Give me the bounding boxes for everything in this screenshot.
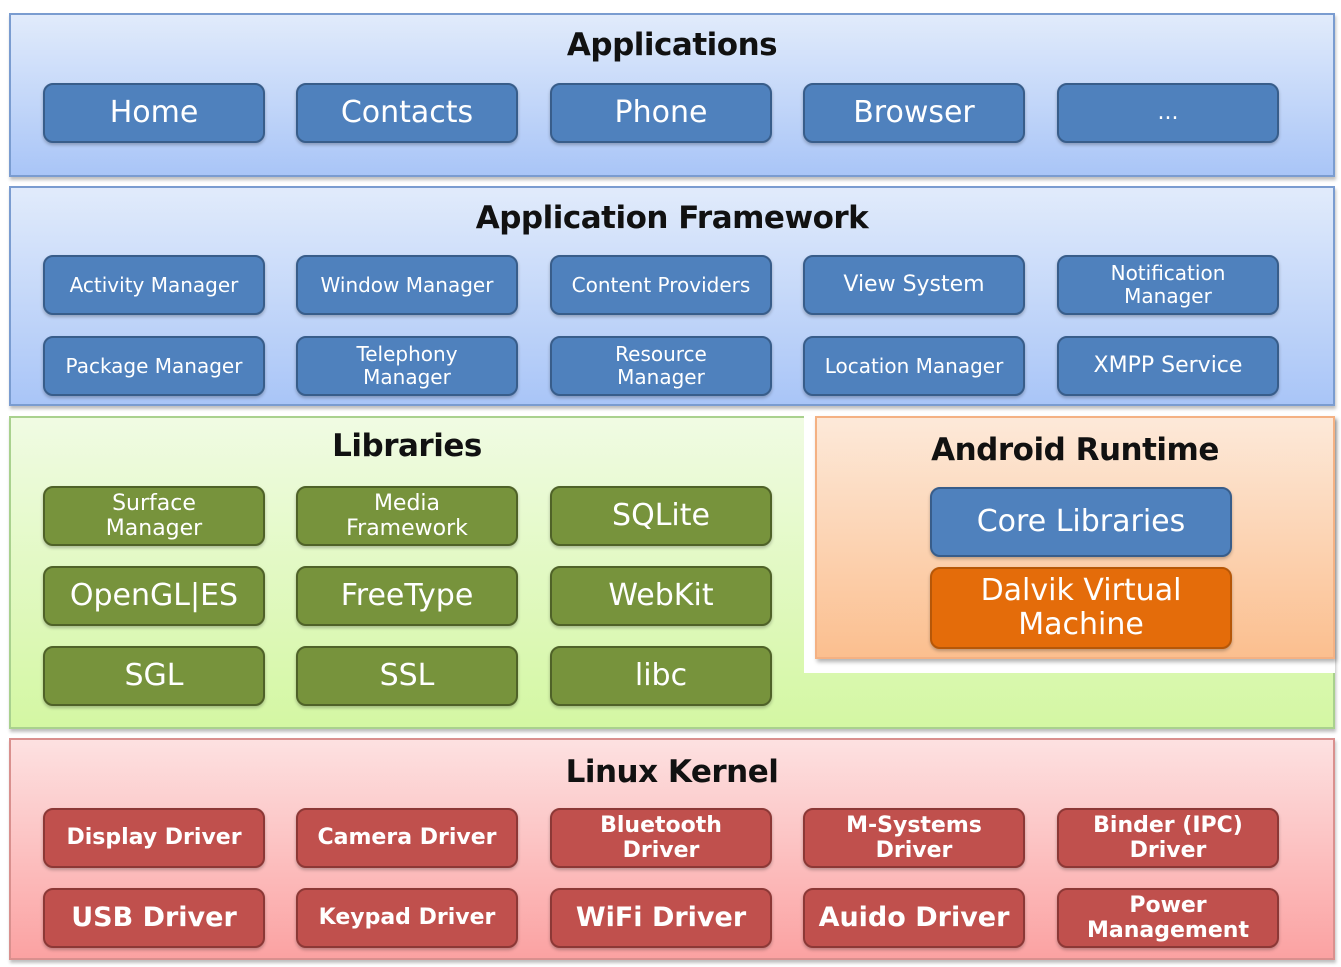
app-home: Home xyxy=(43,83,265,143)
kernel-msystems-driver: M-Systems Driver xyxy=(803,808,1025,868)
lib-media-framework: Media Framework xyxy=(296,486,518,546)
lib-ssl: SSL xyxy=(296,646,518,706)
app-more: ... xyxy=(1057,83,1279,143)
lib-libc: libc xyxy=(550,646,772,706)
lib-webkit: WebKit xyxy=(550,566,772,626)
libraries-title: Libraries xyxy=(332,428,482,464)
fw-content-providers: Content Providers xyxy=(550,255,772,315)
lib-sgl: SGL xyxy=(43,646,265,706)
kernel-keypad-driver: Keypad Driver xyxy=(296,888,518,948)
runtime-dalvik-vm: Dalvik Virtual Machine xyxy=(930,567,1232,649)
kernel-power-management: Power Management xyxy=(1057,888,1279,948)
fw-view-system: View System xyxy=(803,255,1025,315)
lib-opengl-es: OpenGL|ES xyxy=(43,566,265,626)
kernel-camera-driver: Camera Driver xyxy=(296,808,518,868)
kernel-audio-driver: Auido Driver xyxy=(803,888,1025,948)
fw-notification-manager: Notification Manager xyxy=(1057,255,1279,315)
runtime-core-libraries: Core Libraries xyxy=(930,487,1232,557)
kernel-usb-driver: USB Driver xyxy=(43,888,265,948)
framework-title: Application Framework xyxy=(475,200,869,236)
applications-title: Applications xyxy=(566,27,778,63)
fw-window-manager: Window Manager xyxy=(296,255,518,315)
kernel-wifi-driver: WiFi Driver xyxy=(550,888,772,948)
app-phone: Phone xyxy=(550,83,772,143)
lib-surface-manager: Surface Manager xyxy=(43,486,265,546)
fw-location-manager: Location Manager xyxy=(803,336,1025,396)
fw-resource-manager: Resource Manager xyxy=(550,336,772,396)
kernel-display-driver: Display Driver xyxy=(43,808,265,868)
app-browser: Browser xyxy=(803,83,1025,143)
kernel-bluetooth-driver: Bluetooth Driver xyxy=(550,808,772,868)
lib-freetype: FreeType xyxy=(296,566,518,626)
app-contacts: Contacts xyxy=(296,83,518,143)
kernel-title: Linux Kernel xyxy=(565,754,779,790)
kernel-binder-driver: Binder (IPC) Driver xyxy=(1057,808,1279,868)
lib-sqlite: SQLite xyxy=(550,486,772,546)
fw-telephony-manager: Telephony Manager xyxy=(296,336,518,396)
fw-package-manager: Package Manager xyxy=(43,336,265,396)
fw-xmpp-service: XMPP Service xyxy=(1057,336,1279,396)
runtime-title: Android Runtime xyxy=(931,432,1219,468)
fw-activity-manager: Activity Manager xyxy=(43,255,265,315)
